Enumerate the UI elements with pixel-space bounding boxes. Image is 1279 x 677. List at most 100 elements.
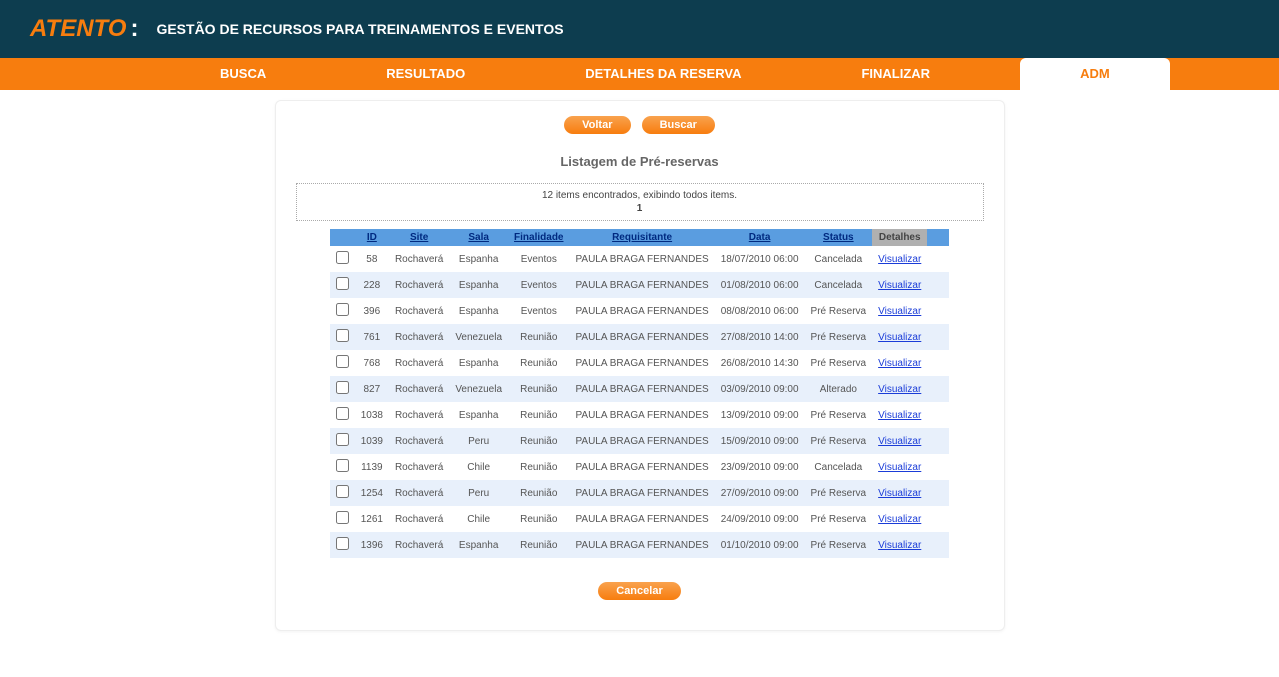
reservation-table: ID Site Sala Finalidade Requisitante Dat… — [330, 229, 950, 558]
cell-status: Pré Reserva — [805, 532, 873, 558]
tab-busca[interactable]: BUSCA — [190, 58, 296, 90]
sort-finalidade[interactable]: Finalidade — [514, 232, 563, 243]
voltar-button[interactable]: Voltar — [564, 116, 630, 134]
row-checkbox[interactable] — [336, 381, 349, 394]
cell-site: Rochaverá — [389, 402, 449, 428]
cell-requisitante: PAULA BRAGA FERNANDES — [569, 428, 714, 454]
sort-status[interactable]: Status — [823, 232, 854, 243]
cell-requisitante: PAULA BRAGA FERNANDES — [569, 506, 714, 532]
cell-site: Rochaverá — [389, 298, 449, 324]
row-checkbox[interactable] — [336, 485, 349, 498]
cell-finalidade: Reunião — [508, 532, 569, 558]
visualizar-link[interactable]: Visualizar — [878, 514, 921, 525]
cell-id: 396 — [355, 298, 389, 324]
visualizar-link[interactable]: Visualizar — [878, 410, 921, 421]
cell-status: Cancelada — [805, 454, 873, 480]
visualizar-link[interactable]: Visualizar — [878, 462, 921, 473]
tab-adm[interactable]: ADM — [1020, 58, 1170, 90]
cell-status: Pré Reserva — [805, 350, 873, 376]
cell-sala: Chile — [449, 506, 508, 532]
cell-id: 1038 — [355, 402, 389, 428]
visualizar-link[interactable]: Visualizar — [878, 332, 921, 343]
cell-status: Cancelada — [805, 246, 873, 272]
list-title: Listagem de Pré-reservas — [276, 154, 1004, 169]
content: Voltar Buscar Listagem de Pré-reservas 1… — [0, 90, 1279, 631]
row-checkbox[interactable] — [336, 537, 349, 550]
panel: Voltar Buscar Listagem de Pré-reservas 1… — [275, 100, 1005, 631]
cell-sala: Peru — [449, 480, 508, 506]
tab-detalhes[interactable]: DETALHES DA RESERVA — [555, 58, 771, 90]
cell-status: Pré Reserva — [805, 402, 873, 428]
cell-finalidade: Eventos — [508, 298, 569, 324]
page-number: 1 — [297, 203, 983, 214]
cell-data: 13/09/2010 09:00 — [715, 402, 805, 428]
row-checkbox[interactable] — [336, 303, 349, 316]
cell-site: Rochaverá — [389, 454, 449, 480]
cell-site: Rochaverá — [389, 324, 449, 350]
row-checkbox[interactable] — [336, 407, 349, 420]
sort-id[interactable]: ID — [367, 232, 377, 243]
visualizar-link[interactable]: Visualizar — [878, 384, 921, 395]
col-site: Site — [389, 229, 449, 246]
sort-requisitante[interactable]: Requisitante — [612, 232, 672, 243]
cancelar-button[interactable]: Cancelar — [598, 582, 680, 600]
tab-finalizar[interactable]: FINALIZAR — [831, 58, 960, 90]
table-row: 228RochaveráEspanhaEventosPAULA BRAGA FE… — [330, 272, 950, 298]
cell-requisitante: PAULA BRAGA FERNANDES — [569, 272, 714, 298]
visualizar-link[interactable]: Visualizar — [878, 436, 921, 447]
row-checkbox[interactable] — [336, 459, 349, 472]
logo-text: ATENTO — [30, 15, 126, 42]
visualizar-link[interactable]: Visualizar — [878, 280, 921, 291]
table-row: 1396RochaveráEspanhaReuniãoPAULA BRAGA F… — [330, 532, 950, 558]
row-checkbox[interactable] — [336, 251, 349, 264]
row-checkbox[interactable] — [336, 277, 349, 290]
row-checkbox[interactable] — [336, 511, 349, 524]
cell-id: 58 — [355, 246, 389, 272]
cell-finalidade: Eventos — [508, 246, 569, 272]
visualizar-link[interactable]: Visualizar — [878, 358, 921, 369]
buscar-button[interactable]: Buscar — [642, 116, 715, 134]
table-row: 827RochaveráVenezuelaReuniãoPAULA BRAGA … — [330, 376, 950, 402]
cell-sala: Espanha — [449, 298, 508, 324]
cell-status: Pré Reserva — [805, 506, 873, 532]
cell-status: Pré Reserva — [805, 480, 873, 506]
cell-sala: Peru — [449, 428, 508, 454]
visualizar-link[interactable]: Visualizar — [878, 488, 921, 499]
cell-id: 1039 — [355, 428, 389, 454]
sort-site[interactable]: Site — [410, 232, 428, 243]
visualizar-link[interactable]: Visualizar — [878, 540, 921, 551]
sort-sala[interactable]: Sala — [468, 232, 489, 243]
visualizar-link[interactable]: Visualizar — [878, 306, 921, 317]
summary-text: 12 items encontrados, exibindo todos ite… — [542, 190, 737, 201]
cell-id: 1254 — [355, 480, 389, 506]
cell-sala: Espanha — [449, 402, 508, 428]
cell-sala: Espanha — [449, 350, 508, 376]
cell-data: 27/09/2010 09:00 — [715, 480, 805, 506]
cell-status: Pré Reserva — [805, 298, 873, 324]
nav-bar: BUSCA RESULTADO DETALHES DA RESERVA FINA… — [0, 58, 1279, 90]
row-checkbox[interactable] — [336, 329, 349, 342]
cell-status: Alterado — [805, 376, 873, 402]
col-finalidade: Finalidade — [508, 229, 569, 246]
cell-site: Rochaverá — [389, 532, 449, 558]
tab-resultado[interactable]: RESULTADO — [356, 58, 495, 90]
summary-box: 12 items encontrados, exibindo todos ite… — [296, 183, 984, 221]
cell-sala: Venezuela — [449, 376, 508, 402]
cell-data: 24/09/2010 09:00 — [715, 506, 805, 532]
page-title: GESTÃO DE RECURSOS PARA TREINAMENTOS E E… — [156, 21, 563, 37]
cell-site: Rochaverá — [389, 506, 449, 532]
table-row: 761RochaveráVenezuelaReuniãoPAULA BRAGA … — [330, 324, 950, 350]
cell-data: 26/08/2010 14:30 — [715, 350, 805, 376]
cell-finalidade: Reunião — [508, 428, 569, 454]
cell-finalidade: Reunião — [508, 480, 569, 506]
sort-data[interactable]: Data — [749, 232, 771, 243]
cell-data: 27/08/2010 14:00 — [715, 324, 805, 350]
cell-requisitante: PAULA BRAGA FERNANDES — [569, 402, 714, 428]
cell-sala: Venezuela — [449, 324, 508, 350]
row-checkbox[interactable] — [336, 355, 349, 368]
table-row: 1261RochaveráChileReuniãoPAULA BRAGA FER… — [330, 506, 950, 532]
table-row: 1039RochaveráPeruReuniãoPAULA BRAGA FERN… — [330, 428, 950, 454]
visualizar-link[interactable]: Visualizar — [878, 254, 921, 265]
col-status: Status — [805, 229, 873, 246]
row-checkbox[interactable] — [336, 433, 349, 446]
